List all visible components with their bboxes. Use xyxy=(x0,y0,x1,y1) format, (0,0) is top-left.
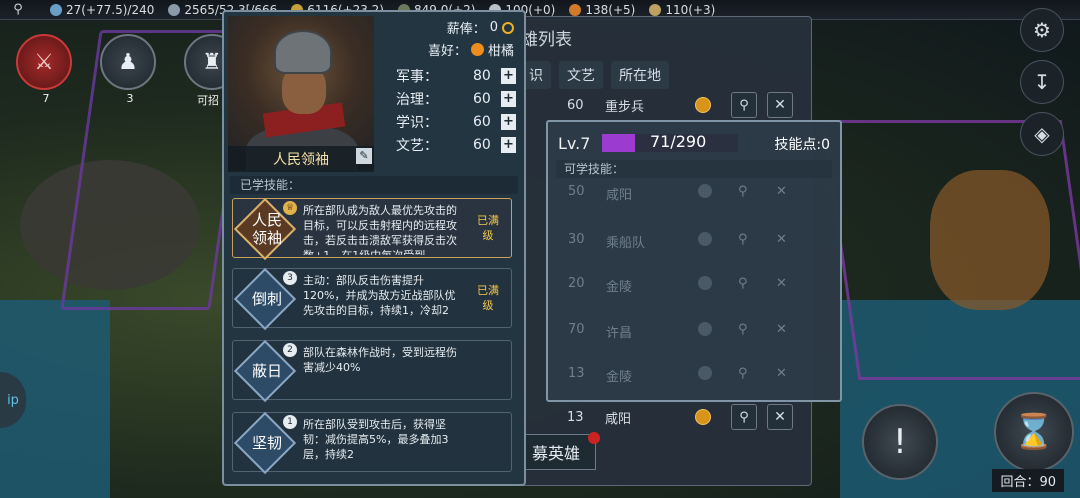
list-item-ghost: 20 金陵 ⚲ ✕ xyxy=(568,276,787,295)
hourglass-icon: ⌛ xyxy=(1012,412,1056,452)
stat-military: 军事： 80 + xyxy=(396,66,516,86)
target-icon: ◈ xyxy=(1034,122,1050,146)
locate-button[interactable]: ⚲ xyxy=(731,404,757,430)
coin-icon xyxy=(502,21,514,34)
plus-icon[interactable]: + xyxy=(500,91,516,107)
hero-name: 人民领袖 xyxy=(228,146,374,172)
stat-arts: 文艺： 60 + xyxy=(396,135,516,155)
locate-icon: ⚲ xyxy=(738,322,748,337)
orange-icon xyxy=(470,43,484,56)
learned-skills-header: 已学技能： xyxy=(230,176,518,194)
target-button[interactable]: ◈ xyxy=(1020,112,1064,156)
close-icon: ✕ xyxy=(776,322,787,337)
population-icon xyxy=(50,3,62,16)
learnable-skills-header: 可学技能： xyxy=(556,160,832,178)
exclamation-icon: ! xyxy=(893,422,907,462)
skill-level: 2 xyxy=(283,343,297,357)
helmet-icon: ♜ xyxy=(202,49,222,75)
list-item-ghost: 50 咸阳 ⚲ ✕ xyxy=(568,184,787,203)
list-item-ghost: 13 金陵 ⚲ ✕ xyxy=(568,366,787,385)
hero-list-tabs: 识 文艺 所在地 xyxy=(521,61,669,89)
hero-level: Lv.7 xyxy=(558,134,591,153)
download-icon: ↧ xyxy=(1033,70,1051,94)
search-icon[interactable]: ⚲ xyxy=(0,2,36,17)
soldier-icon: ♟ xyxy=(118,49,138,75)
orange-icon xyxy=(695,97,711,113)
close-icon: ✕ xyxy=(776,184,787,199)
stat-governance: 治理： 60 + xyxy=(396,89,516,109)
alert-button[interactable]: ! xyxy=(862,404,938,480)
recruit-hero-button[interactable]: 募英雄 xyxy=(516,434,596,470)
skill-level: 1 xyxy=(283,415,297,429)
resource-icon xyxy=(569,3,582,16)
skill-description: 所在部队受到攻击后，获得坚韧：减伤提高5%，最多叠加3层，持续2 xyxy=(303,418,449,461)
hero-detail-panel: 人民领袖 ✎ 薪俸： 0 喜好： 柑橘 军事： 80 + 治理： 60 + 学识… xyxy=(222,10,526,486)
battle-button[interactable]: ⚔ xyxy=(16,34,72,90)
skill-points: 技能点:0 xyxy=(774,137,830,153)
locate-icon: ⚲ xyxy=(738,184,748,199)
turn-counter: 回合：90 xyxy=(992,469,1064,492)
skill-description: 主动：部队反击伤害提升120%，并成为敌方近战部队优先攻击的目标，持续1，冷却2 xyxy=(303,274,456,317)
plus-icon[interactable]: + xyxy=(500,114,516,130)
gear-icon: ⚙ xyxy=(1033,18,1051,42)
stat-knowledge: 学识： 60 + xyxy=(396,112,516,132)
battle-count: 7 xyxy=(42,92,50,105)
close-icon: ✕ xyxy=(776,276,787,291)
skill-card[interactable]: 倒刺 3 主动：部队反击伤害提升120%，并成为敌方近战部队优先攻击的目标，持续… xyxy=(232,267,512,331)
resource-icon xyxy=(649,3,662,16)
tab-arts[interactable]: 文艺 xyxy=(559,61,603,89)
list-item-ghost: 30 乘船队 ⚲ ✕ xyxy=(568,232,787,251)
skill-level: 3 xyxy=(283,271,297,285)
skill-card[interactable]: 人民 领袖 ♕ 所在部队成为敌人最优先攻击的目标，可以反击射程内的远程攻击，若反… xyxy=(232,197,512,261)
skill-description: 所在部队成为敌人最优先攻击的目标，可以反击射程内的远程攻击，若反击击溃敌军获得反… xyxy=(303,204,457,255)
plus-icon[interactable]: + xyxy=(500,68,516,84)
territory-border xyxy=(821,120,1080,380)
resource-food: 27(+77.5)/240 xyxy=(50,3,154,17)
locate-icon: ⚲ xyxy=(738,232,748,247)
crossed-swords-icon: ⚔ xyxy=(34,49,54,75)
list-item[interactable]: 60 重步兵 ⚲ ✕ xyxy=(501,89,813,121)
army-button[interactable]: ♟ xyxy=(100,34,156,90)
skill-card[interactable]: 蔽日 2 部队在森林作战时，受到远程伤害减少40% xyxy=(232,339,512,403)
edit-name-icon[interactable]: ✎ xyxy=(356,148,372,164)
hero-list-title: 雄列表 xyxy=(521,30,572,50)
end-turn-button[interactable]: ⌛ xyxy=(994,392,1074,472)
dismiss-button[interactable]: ✕ xyxy=(767,404,793,430)
xp-text: 71/290 xyxy=(650,132,707,151)
crown-icon: ♕ xyxy=(283,201,297,215)
download-button[interactable]: ↧ xyxy=(1020,60,1064,104)
hero-salary: 薪俸： 0 xyxy=(447,18,514,37)
list-item-ghost: 70 许昌 ⚲ ✕ xyxy=(568,322,787,341)
resource-7: 110(+3) xyxy=(649,3,715,17)
resource-6: 138(+5) xyxy=(569,3,635,17)
plus-icon[interactable]: + xyxy=(500,137,516,153)
notification-dot xyxy=(588,432,600,444)
xp-bar-fill xyxy=(602,134,636,152)
locate-icon: ⚲ xyxy=(738,276,748,291)
close-icon: ✕ xyxy=(776,232,787,247)
settings-button[interactable]: ⚙ xyxy=(1020,8,1064,52)
skill-points-panel: Lv.7 71/290 技能点:0 可学技能： 50 咸阳 ⚲ ✕ 30 乘船队… xyxy=(546,120,842,402)
list-item[interactable]: 13 咸阳 ⚲ ✕ xyxy=(501,401,813,433)
locate-icon: ⚲ xyxy=(738,366,748,381)
dismiss-button[interactable]: ✕ xyxy=(767,92,793,118)
resource-icon xyxy=(168,3,181,16)
skill-card[interactable]: 坚韧 1 所在部队受到攻击后，获得坚韧：减伤提高5%，最多叠加3层，持续2 xyxy=(232,411,512,475)
skill-description: 部队在森林作战时，受到远程伤害减少40% xyxy=(303,346,457,374)
tab-location[interactable]: 所在地 xyxy=(611,61,669,89)
locate-button[interactable]: ⚲ xyxy=(731,92,757,118)
orange-icon xyxy=(695,409,711,425)
close-icon: ✕ xyxy=(776,366,787,381)
hero-preference: 喜好： 柑橘 xyxy=(427,43,514,59)
skill-status: 已满级 xyxy=(477,214,499,242)
army-count: 3 xyxy=(126,92,134,105)
skill-status: 已满级 xyxy=(477,284,499,312)
